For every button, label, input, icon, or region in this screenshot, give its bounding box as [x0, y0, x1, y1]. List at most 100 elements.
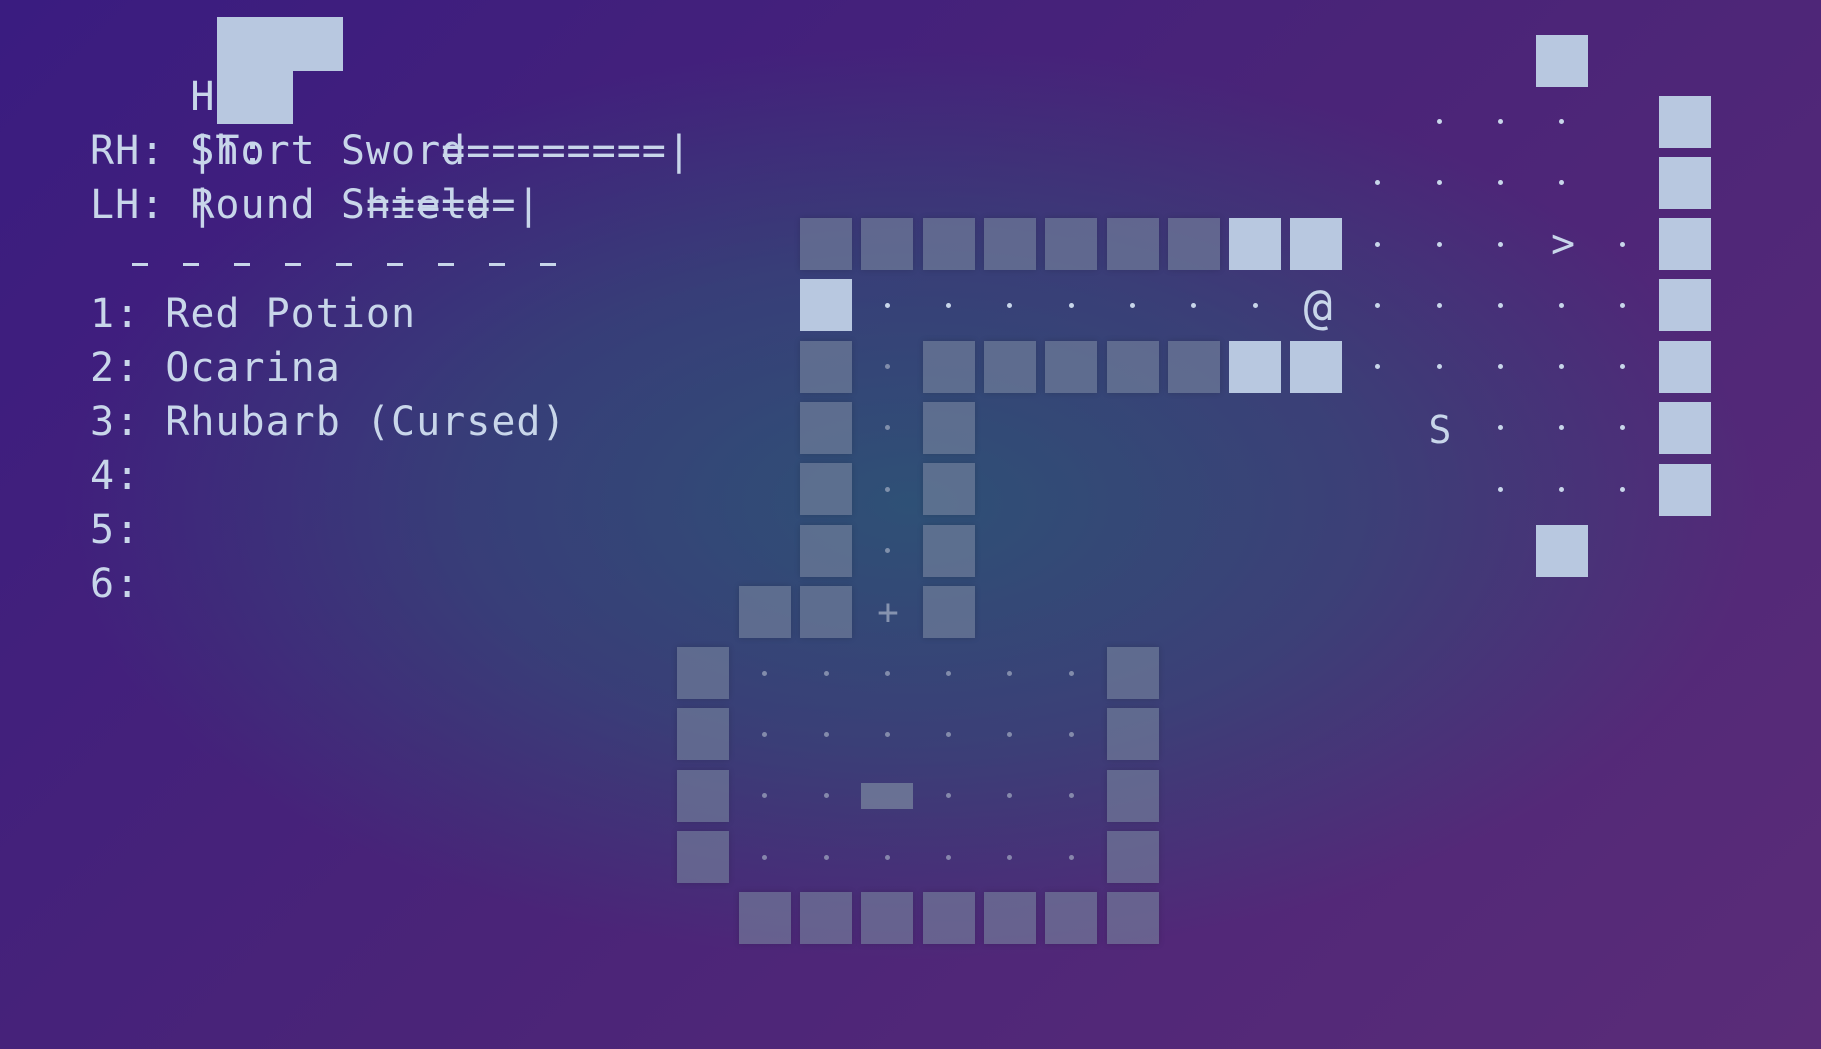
lit-wall-tile	[800, 279, 852, 331]
floor-tile	[1620, 242, 1625, 247]
floor-tile	[1559, 303, 1564, 308]
wall-tile	[861, 892, 913, 944]
floor-tile	[1437, 180, 1442, 185]
floor-tile	[1620, 487, 1625, 492]
wall-tile	[923, 463, 975, 515]
wall-tile	[1045, 341, 1097, 393]
wall-tile	[1107, 831, 1159, 883]
wall-tile	[677, 831, 729, 883]
floor-tile	[762, 855, 767, 860]
wall-tile	[800, 586, 852, 638]
floor-tile	[762, 793, 767, 798]
lit-wall-tile	[1290, 341, 1342, 393]
floor-tile	[1375, 180, 1380, 185]
wall-tile	[677, 770, 729, 822]
floor-tile	[1069, 732, 1074, 737]
wall-tile	[1045, 892, 1097, 944]
floor-tile	[1498, 425, 1503, 430]
floor-tile	[1007, 793, 1012, 798]
floor-tile	[1069, 303, 1074, 308]
lit-wall-tile	[1290, 218, 1342, 270]
floor-tile	[1191, 303, 1196, 308]
wall-tile	[923, 586, 975, 638]
wall-tile	[739, 586, 791, 638]
wall-tile	[677, 647, 729, 699]
wall-tile	[1045, 218, 1097, 270]
floor-tile	[824, 855, 829, 860]
wall-tile	[861, 218, 913, 270]
floor-tile	[1069, 855, 1074, 860]
wall-tile	[1168, 341, 1220, 393]
wall-tile	[923, 402, 975, 454]
floor-tile	[1620, 364, 1625, 369]
wall-tile	[800, 402, 852, 454]
floor-tile	[1498, 242, 1503, 247]
lit-wall-tile	[1659, 279, 1711, 331]
floor-tile	[1620, 303, 1625, 308]
door[interactable]: +	[857, 582, 919, 644]
floor-tile	[1498, 180, 1503, 185]
wall-tile	[984, 892, 1036, 944]
floor-tile	[1253, 303, 1258, 308]
floor-tile	[1007, 855, 1012, 860]
floor-tile	[1498, 487, 1503, 492]
lit-wall-tile	[1229, 218, 1281, 270]
floor-tile	[1375, 364, 1380, 369]
stairs-down[interactable]: >	[1532, 213, 1594, 275]
lit-wall-tile	[1659, 96, 1711, 148]
floor-tile	[885, 732, 890, 737]
floor-tile	[885, 671, 890, 676]
floor-tile	[885, 303, 890, 308]
wall-tile	[800, 525, 852, 577]
wall-tile	[1107, 892, 1159, 944]
lit-wall-tile	[1536, 35, 1588, 87]
lit-wall-tile	[1659, 341, 1711, 393]
wall-tile	[923, 341, 975, 393]
floor-item[interactable]	[861, 783, 913, 809]
lit-wall-tile	[1659, 402, 1711, 454]
wall-tile	[923, 218, 975, 270]
floor-tile	[1559, 119, 1564, 124]
floor-tile	[1437, 242, 1442, 247]
floor-tile	[1007, 303, 1012, 308]
wall-tile	[923, 525, 975, 577]
floor-tile	[946, 732, 951, 737]
wall-tile	[800, 341, 852, 393]
floor-tile	[946, 793, 951, 798]
floor-tile	[1437, 119, 1442, 124]
lit-wall-tile	[1229, 341, 1281, 393]
floor-tile	[1559, 364, 1564, 369]
wall-tile	[739, 892, 791, 944]
wall-tile	[800, 892, 852, 944]
player-character: @	[1303, 279, 1333, 335]
lit-wall-tile	[1659, 218, 1711, 270]
wall-tile	[984, 341, 1036, 393]
floor-tile	[946, 855, 951, 860]
wall-tile	[800, 463, 852, 515]
wall-tile	[800, 218, 852, 270]
floor-tile	[885, 487, 890, 492]
floor-tile	[885, 548, 890, 553]
floor-tile	[824, 732, 829, 737]
wall-tile	[984, 218, 1036, 270]
wall-tile	[677, 708, 729, 760]
floor-tile	[1559, 487, 1564, 492]
floor-tile	[824, 671, 829, 676]
floor-tile	[1559, 425, 1564, 430]
floor-tile	[1498, 364, 1503, 369]
dungeon-map[interactable]: @ S > +	[0, 0, 1821, 1049]
floor-tile	[1437, 303, 1442, 308]
floor-tile	[1069, 671, 1074, 676]
floor-tile	[885, 425, 890, 430]
wall-tile	[1107, 708, 1159, 760]
floor-tile	[1130, 303, 1135, 308]
floor-tile	[946, 671, 951, 676]
floor-tile	[1007, 671, 1012, 676]
monster-s: S	[1428, 408, 1452, 452]
floor-tile	[1375, 242, 1380, 247]
floor-tile	[1620, 425, 1625, 430]
wall-tile	[1107, 341, 1159, 393]
wall-tile	[1107, 647, 1159, 699]
floor-tile	[1498, 119, 1503, 124]
floor-tile	[885, 855, 890, 860]
